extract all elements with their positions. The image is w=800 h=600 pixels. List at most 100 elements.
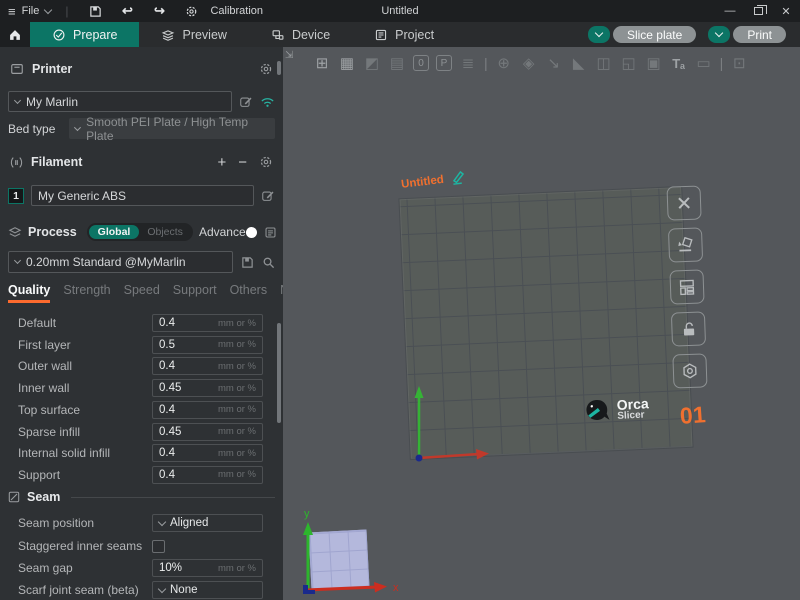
print-button[interactable]: Print — [733, 26, 786, 43]
param-input[interactable]: 0.4mm or % — [152, 401, 263, 419]
seam-position-label: Seam position — [0, 516, 94, 530]
tab-preview[interactable]: Preview — [139, 22, 248, 47]
delete-plate-button[interactable] — [666, 185, 701, 220]
viewport-3d[interactable]: ⇲ ⊞ ▦ ◩ ▤ 0 P ≣ | ⊕ ◈ ↘ ◣ ◫ ◱ ▣ Tₐ ▭ | ⊡… — [283, 47, 800, 600]
tab-strength[interactable]: Strength — [63, 283, 110, 303]
lay-on-face-icon[interactable]: ◣ — [570, 54, 588, 72]
text-icon[interactable]: Tₐ — [670, 56, 688, 71]
params-list-icon[interactable] — [264, 226, 277, 239]
scope-global-button[interactable]: Global — [89, 225, 140, 239]
save-preset-icon[interactable] — [241, 256, 254, 269]
maximize-button[interactable] — [744, 0, 772, 22]
plate-number: 01 — [679, 401, 706, 430]
param-input[interactable]: 0.4mm or % — [152, 357, 263, 375]
lock-plate-button[interactable] — [671, 311, 706, 346]
printer-preset-dropdown[interactable]: My Marlin — [8, 91, 232, 112]
move-icon[interactable]: ⊕ — [495, 54, 513, 72]
save-icon[interactable] — [82, 5, 108, 18]
unlock-icon — [680, 320, 698, 338]
collapse-sidebar-icon[interactable]: ⇲ — [285, 50, 293, 61]
param-row: Sparse infill 0.45mm or % — [0, 422, 270, 442]
split-objects-icon[interactable]: ◫ — [595, 54, 613, 72]
params-scrollbar-thumb[interactable] — [277, 323, 281, 423]
print-options-dropdown[interactable] — [708, 26, 730, 43]
param-input[interactable]: 0.5mm or % — [152, 336, 263, 354]
file-menu-chevron-icon[interactable] — [44, 5, 52, 13]
filament-settings-gear-icon[interactable] — [259, 155, 273, 169]
auto-orient-icon[interactable]: ◩ — [363, 54, 381, 72]
tab-others[interactable]: Others — [230, 283, 268, 303]
mesh-boolean-icon[interactable]: ▣ — [645, 54, 663, 72]
add-plate-icon[interactable]: ▦ — [338, 54, 356, 72]
hamburger-menu-icon[interactable]: ≡ — [8, 4, 16, 19]
param-label: Sparse infill — [0, 425, 80, 439]
param-input[interactable]: 0.4mm or % — [152, 314, 263, 332]
param-input[interactable]: 0.45mm or % — [152, 423, 263, 441]
edit-filament-icon[interactable] — [261, 189, 275, 203]
printer-connection-wifi-icon[interactable] — [260, 96, 275, 108]
home-button[interactable] — [0, 22, 30, 47]
split-parts-icon[interactable]: ◱ — [620, 54, 638, 72]
process-preset-dropdown[interactable]: 0.20mm Standard @MyMarlin — [8, 251, 233, 273]
edit-plate-name-icon[interactable] — [448, 169, 467, 186]
seam-position-dropdown[interactable]: Aligned — [152, 514, 263, 532]
printer-section-title: Printer — [32, 62, 72, 76]
plate-settings-button[interactable] — [672, 353, 707, 388]
bed-type-dropdown[interactable]: Smooth PEI Plate / High Temp Plate — [69, 118, 275, 139]
settings-sidebar: Printer My Marlin Bed type Smooth PEI Pl… — [0, 47, 283, 600]
tab-prepare[interactable]: Prepare — [30, 22, 139, 47]
remove-filament-button[interactable]: − — [238, 154, 247, 171]
process-tabs: Quality Strength Speed Support Others No… — [0, 283, 283, 303]
seam-gap-row: Seam gap 10%mm or % — [0, 558, 270, 578]
param-input[interactable]: 0.45mm or % — [152, 379, 263, 397]
undo-icon[interactable]: ↩ — [114, 3, 140, 19]
file-menu[interactable]: File — [22, 5, 40, 17]
titlebar: ≡ File | ↩ ↪ Calibration Untitled — ✕ — [0, 0, 800, 22]
param-row: Outer wall 0.4mm or % — [0, 356, 270, 376]
tab-project[interactable]: Project — [352, 22, 456, 47]
minimize-button[interactable]: — — [716, 0, 744, 22]
close-icon — [676, 195, 693, 212]
add-filament-button[interactable]: + — [217, 154, 226, 171]
tab-speed[interactable]: Speed — [124, 283, 160, 303]
sidebar-scrollbar-thumb[interactable] — [277, 61, 281, 75]
plate-buttons — [666, 185, 707, 388]
staggered-seams-checkbox[interactable] — [152, 540, 165, 553]
plate-name-label[interactable]: Untitled — [400, 169, 466, 192]
close-button[interactable]: ✕ — [772, 0, 800, 22]
param-input[interactable]: 0.4mm or % — [152, 466, 263, 484]
tab-quality[interactable]: Quality — [8, 283, 50, 303]
edit-printer-icon[interactable] — [239, 95, 253, 109]
process-icon — [8, 226, 22, 238]
slice-plate-button[interactable]: Slice plate — [613, 26, 696, 43]
calibration-icon[interactable] — [178, 5, 204, 18]
arrange-icon[interactable]: ▤ — [388, 54, 406, 72]
scarf-seam-dropdown[interactable]: None — [152, 581, 263, 599]
filament-preset-value: My Generic ABS — [38, 189, 126, 203]
seam-section-title: Seam — [27, 490, 60, 504]
plate-thumbnail[interactable]: y x — [291, 497, 406, 600]
measure-icon[interactable]: ▭ — [695, 54, 713, 72]
arrange-plate-button[interactable] — [669, 269, 704, 304]
auto-orient-plate-button[interactable] — [668, 227, 703, 262]
seam-gap-input[interactable]: 10%mm or % — [152, 559, 263, 577]
printer-section-header: Printer — [0, 57, 283, 81]
redo-icon[interactable]: ↪ — [146, 3, 172, 19]
printer-settings-gear-icon[interactable] — [259, 62, 273, 76]
scope-objects-button[interactable]: Objects — [139, 226, 191, 238]
paste-icon[interactable]: P — [436, 55, 452, 71]
layers-icon[interactable]: ≣ — [459, 54, 477, 72]
tab-support[interactable]: Support — [173, 283, 217, 303]
slice-options-dropdown[interactable] — [588, 26, 610, 43]
assembly-view-icon[interactable]: ⊡ — [730, 54, 748, 72]
param-input[interactable]: 0.4mm or % — [152, 444, 263, 462]
filament-preset-field[interactable]: My Generic ABS — [31, 185, 254, 206]
add-object-icon[interactable]: ⊞ — [313, 54, 331, 72]
filament-icon — [10, 156, 23, 169]
rotate-icon[interactable]: ◈ — [520, 54, 538, 72]
scale-icon[interactable]: ↘ — [545, 54, 563, 72]
copy-icon[interactable]: 0 — [413, 55, 429, 71]
tab-device[interactable]: Device — [249, 22, 352, 47]
calibration-menu[interactable]: Calibration — [210, 5, 263, 17]
search-params-icon[interactable] — [262, 256, 275, 269]
